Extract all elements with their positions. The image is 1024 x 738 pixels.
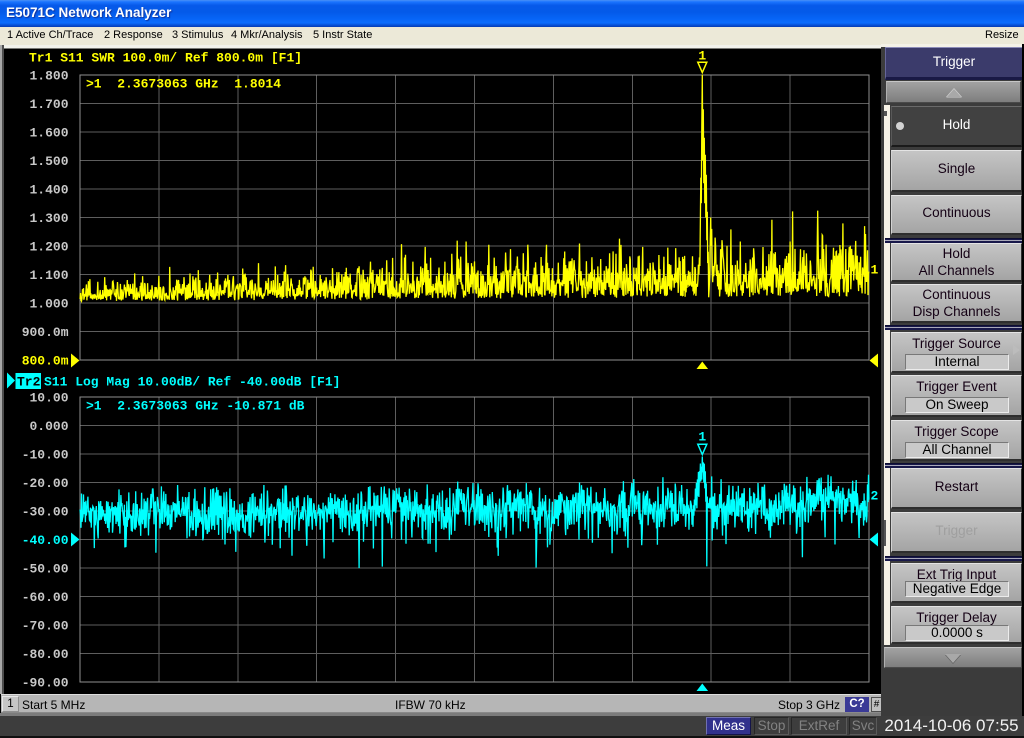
svg-text:1.300: 1.300 — [29, 211, 68, 226]
svg-text:1.800: 1.800 — [29, 69, 68, 84]
svg-text:-30.00: -30.00 — [22, 505, 69, 520]
svg-text:900.0m: 900.0m — [22, 325, 69, 340]
svg-text:1: 1 — [698, 430, 706, 445]
svg-text:800.0m: 800.0m — [22, 354, 69, 369]
svg-text:10.00: 10.00 — [29, 391, 68, 406]
svg-text:2: 2 — [871, 489, 879, 504]
svg-text:1.500: 1.500 — [29, 154, 68, 169]
svg-text:>1 2.3673063 GHz 1.8014: >1 2.3673063 GHz 1.8014 — [86, 77, 281, 92]
svg-text:-20.00: -20.00 — [22, 476, 69, 491]
svg-text:-80.00: -80.00 — [22, 647, 69, 662]
svg-text:-10.00: -10.00 — [22, 448, 69, 463]
svg-text:-40.00: -40.00 — [22, 533, 69, 548]
svg-text:1.100: 1.100 — [29, 268, 68, 283]
svg-text:Tr1 S11 SWR 100.0m/ Ref 800.0m: Tr1 S11 SWR 100.0m/ Ref 800.0m [F1] — [29, 51, 302, 66]
svg-text:0.000: 0.000 — [29, 419, 68, 434]
svg-text:1.200: 1.200 — [29, 240, 68, 255]
svg-text:-50.00: -50.00 — [22, 562, 69, 577]
svg-text:1.000: 1.000 — [29, 297, 68, 312]
svg-text:-60.00: -60.00 — [22, 590, 69, 605]
svg-text:1.600: 1.600 — [29, 126, 68, 141]
svg-text:Tr2: Tr2 — [17, 375, 41, 390]
svg-text:1.400: 1.400 — [29, 183, 68, 198]
svg-text:>1 2.3673063 GHz -10.871 dB: >1 2.3673063 GHz -10.871 dB — [86, 399, 305, 414]
svg-text:-70.00: -70.00 — [22, 619, 69, 634]
svg-text:1.700: 1.700 — [29, 97, 68, 112]
svg-text:1: 1 — [871, 263, 879, 278]
svg-text:-90.00: -90.00 — [22, 676, 69, 691]
svg-text:1: 1 — [698, 49, 706, 64]
svg-text:S11 Log Mag 10.00dB/ Ref -40.0: S11 Log Mag 10.00dB/ Ref -40.00dB [F1] — [44, 375, 340, 390]
